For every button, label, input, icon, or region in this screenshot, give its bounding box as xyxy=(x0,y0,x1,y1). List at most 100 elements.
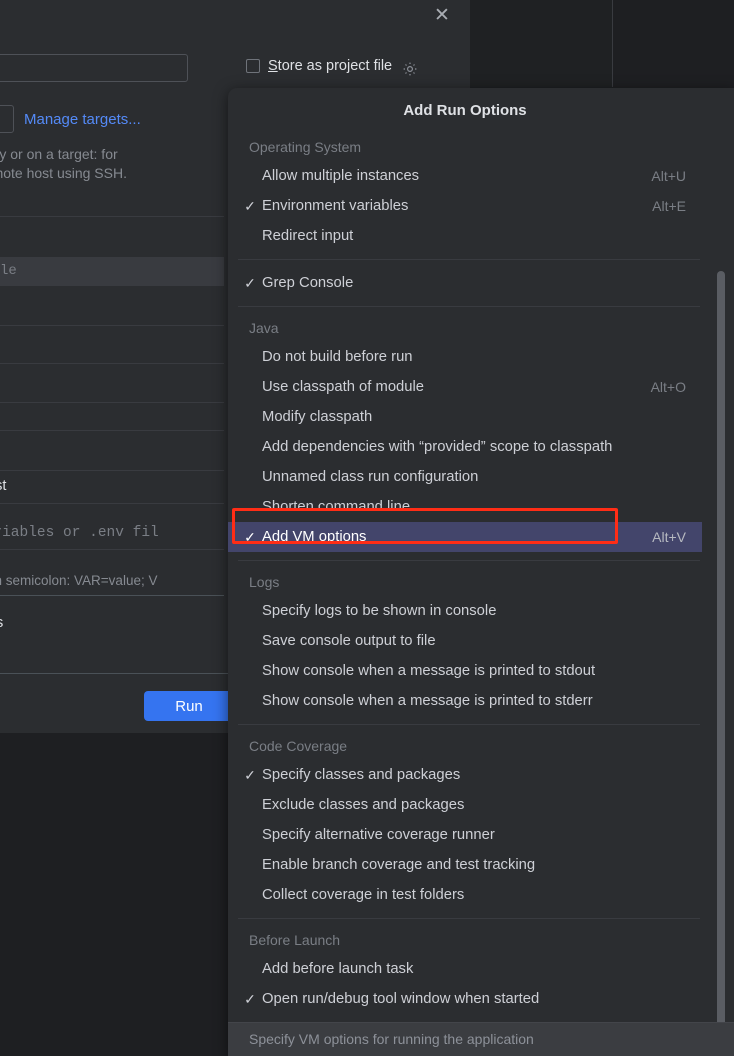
module-field-value: SoftTest xyxy=(0,478,7,494)
editor-split-divider xyxy=(612,0,613,87)
form-divider xyxy=(0,216,224,217)
menu-item-use-classpath-of-module[interactable]: Use classpath of module Alt+O xyxy=(228,372,702,402)
targets-row: Manage targets... xyxy=(0,105,141,133)
form-row-highlighted[interactable] xyxy=(0,258,224,285)
checkmark-icon: ✓ xyxy=(244,991,256,1007)
environment-variables-input[interactable]: variables or .env fil xyxy=(0,525,159,541)
environment-variables-hint: es with semicolon: VAR=value; V xyxy=(0,573,158,588)
targets-help-line-1: ed locally or on a target: for xyxy=(0,146,118,162)
form-divider xyxy=(0,363,224,364)
menu-item-show-console-when-a-message-is-printed-to-stdout[interactable]: Show console when a message is printed t… xyxy=(228,656,702,686)
form-divider xyxy=(0,595,224,596)
menu-item-open-run-debug-tool-window-when-started[interactable]: ✓ Open run/debug tool window when started xyxy=(228,984,702,1014)
menu-item-label: Environment variables xyxy=(262,198,409,214)
form-divider xyxy=(0,470,224,471)
menu-item-shortcut: Alt+O xyxy=(650,379,686,395)
target-selector-dropdown[interactable] xyxy=(0,105,14,133)
menu-item-label: Specify alternative coverage runner xyxy=(262,827,495,843)
menu-item-specify-alternative-coverage-runner[interactable]: Specify alternative coverage runner xyxy=(228,820,702,850)
menu-item-add-dependencies-with-provided-scope-to-classpath[interactable]: Add dependencies with “provided” scope t… xyxy=(228,432,702,462)
menu-item-shortcut: Alt+U xyxy=(651,168,686,184)
menu-item-label: Show console when a message is printed t… xyxy=(262,693,593,709)
menu-item-label: Add dependencies with “provided” scope t… xyxy=(262,439,613,455)
menu-item-unnamed-class-run-configuration[interactable]: Unnamed class run configuration xyxy=(228,462,702,492)
popup-scrollbar-thumb[interactable] xyxy=(717,271,725,1056)
menu-item-label: Modify classpath xyxy=(262,409,373,425)
menu-item-label: Redirect input xyxy=(262,228,354,244)
vm-options-field-value: s xyxy=(0,615,3,631)
form-divider xyxy=(0,549,224,550)
menu-separator xyxy=(238,306,700,307)
store-label-mnemonic: S xyxy=(268,58,278,74)
menu-item-add-vm-options[interactable]: ✓ Add VM options Alt+V xyxy=(228,522,702,552)
menu-separator xyxy=(238,918,700,919)
menu-item-grep-console[interactable]: ✓ Grep Console xyxy=(228,268,702,298)
form-row-highlight-value: le xyxy=(0,263,17,279)
menu-item-label: Grep Console xyxy=(262,275,354,291)
menu-item-shortcut: Alt+V xyxy=(652,529,686,545)
store-as-project-file-checkbox[interactable] xyxy=(246,59,260,73)
checkmark-icon: ✓ xyxy=(244,767,256,783)
form-divider xyxy=(0,285,224,286)
editor-pane-right xyxy=(613,0,734,87)
menu-separator xyxy=(238,259,700,260)
store-as-project-file-label: Store as project file xyxy=(268,58,392,74)
menu-item-specify-logs-to-be-shown-in-console[interactable]: Specify logs to be shown in console xyxy=(228,596,702,626)
form-divider xyxy=(0,430,224,431)
menu-item-shortcut: Alt+E xyxy=(652,198,686,214)
menu-item-label: Unnamed class run configuration xyxy=(262,469,479,485)
checkmark-icon: ✓ xyxy=(244,529,256,545)
menu-item-specify-classes-and-packages[interactable]: ✓ Specify classes and packages xyxy=(228,760,702,790)
menu-item-label: Do not build before run xyxy=(262,349,413,365)
menu-item-label: Shorten command line xyxy=(262,499,411,515)
menu-item-save-console-output-to-file[interactable]: Save console output to file xyxy=(228,626,702,656)
menu-item-shorten-command-line[interactable]: Shorten command line xyxy=(228,492,702,522)
store-label-rest: tore as project file xyxy=(277,58,393,74)
menu-item-do-not-build-before-run[interactable]: Do not build before run xyxy=(228,342,702,372)
targets-help-text: ed locally or on a target: for on a remo… xyxy=(0,145,238,183)
menu-item-label: Show console when a message is printed t… xyxy=(262,663,596,679)
popup-status-bar: Specify VM options for running the appli… xyxy=(228,1022,734,1056)
menu-item-label: Exclude classes and packages xyxy=(262,797,465,813)
checkmark-icon: ✓ xyxy=(244,275,256,291)
menu-item-exclude-classes-and-packages[interactable]: Exclude classes and packages xyxy=(228,790,702,820)
menu-item-label: Open run/debug tool window when started xyxy=(262,991,540,1007)
menu-item-label: Add before launch task xyxy=(262,961,414,977)
menu-group-title: Operating System xyxy=(249,139,362,155)
menu-item-redirect-input[interactable]: Redirect input xyxy=(228,221,702,251)
menu-item-environment-variables[interactable]: ✓ Environment variables Alt+E xyxy=(228,191,702,221)
menu-item-label: Allow multiple instances xyxy=(262,168,420,184)
popup-scrollbar-track[interactable] xyxy=(717,134,730,1056)
menu-item-label: Enable branch coverage and test tracking xyxy=(262,857,536,873)
popup-menu-list: Operating System Allow multiple instances… xyxy=(228,134,734,1056)
menu-item-show-console-when-a-message-is-printed-to-stderr[interactable]: Show console when a message is printed t… xyxy=(228,686,702,716)
run-button[interactable]: Run xyxy=(144,691,234,721)
checkmark-icon: ✓ xyxy=(244,198,256,214)
form-divider xyxy=(0,402,224,403)
menu-group-title: Logs xyxy=(249,574,280,590)
menu-item-add-before-launch-task[interactable]: Add before launch task xyxy=(228,954,702,984)
menu-group-title: Code Coverage xyxy=(249,738,348,754)
menu-item-label: Specify classes and packages xyxy=(262,767,461,783)
store-as-project-file-row: Store as project file xyxy=(246,58,418,77)
manage-targets-link[interactable]: Manage targets... xyxy=(24,111,141,128)
menu-separator xyxy=(238,724,700,725)
menu-item-label: Use classpath of module xyxy=(262,379,425,395)
editor-pane-left xyxy=(470,0,612,87)
gear-icon[interactable] xyxy=(402,61,418,77)
menu-item-collect-coverage-in-test-folders[interactable]: Collect coverage in test folders xyxy=(228,880,702,910)
close-icon[interactable]: ✕ xyxy=(430,4,454,28)
add-run-options-popup: Add Run Options Operating System Allow mu… xyxy=(228,88,734,1056)
targets-help-line-2: on a remote host using SSH. xyxy=(0,165,127,181)
form-divider xyxy=(0,325,224,326)
menu-group-title: Before Launch xyxy=(249,932,341,948)
menu-item-label: Add VM options xyxy=(262,529,367,545)
menu-item-enable-branch-coverage-and-test-tracking[interactable]: Enable branch coverage and test tracking xyxy=(228,850,702,880)
configuration-name-input[interactable] xyxy=(0,54,188,82)
menu-item-allow-multiple-instances[interactable]: Allow multiple instances Alt+U xyxy=(228,161,702,191)
form-divider xyxy=(0,503,224,504)
menu-item-modify-classpath[interactable]: Modify classpath xyxy=(228,402,702,432)
popup-status-text: Specify VM options for running the appli… xyxy=(249,1031,534,1047)
menu-item-label: Specify logs to be shown in console xyxy=(262,603,497,619)
menu-group-title: Java xyxy=(249,320,279,336)
